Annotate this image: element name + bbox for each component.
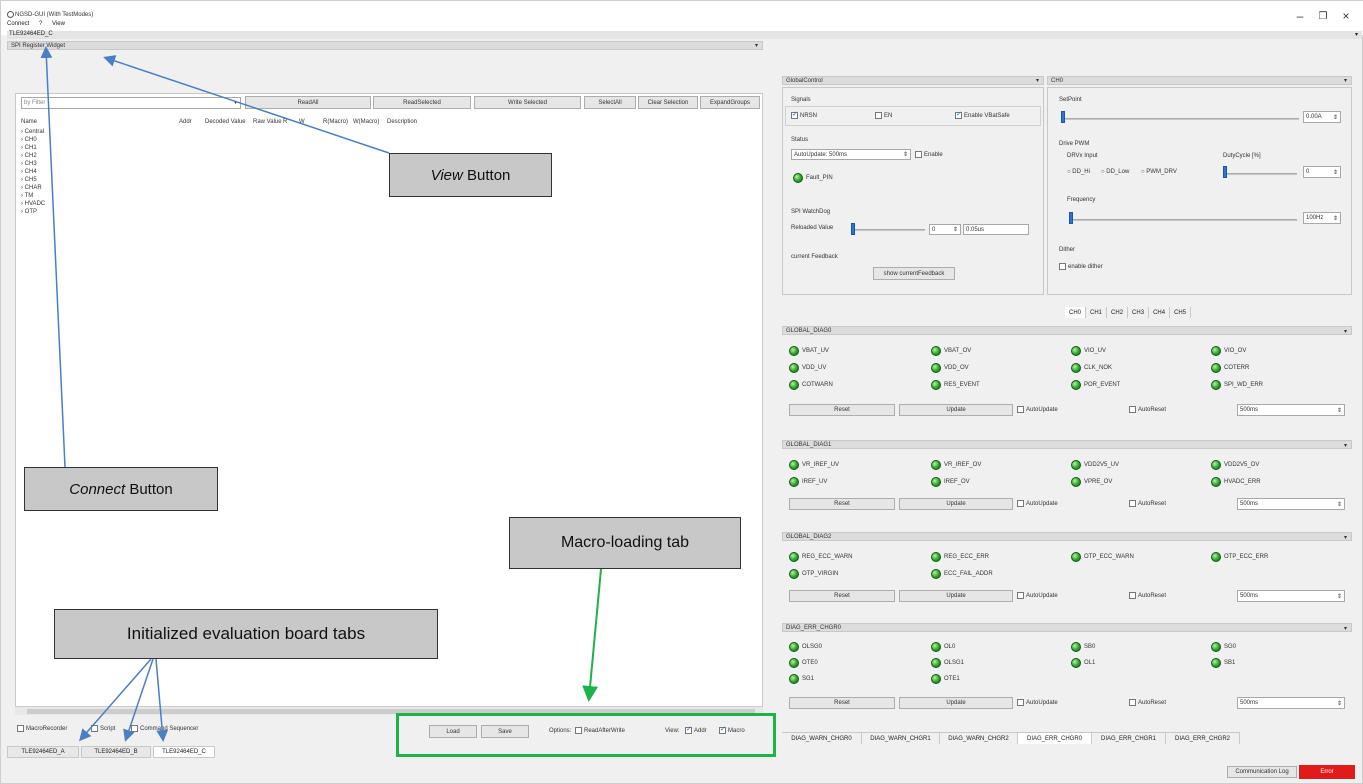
board-arrow-b (123, 658, 154, 742)
board-arrow-c (155, 658, 169, 742)
connect-arrow (40, 46, 66, 468)
view-arrow (103, 55, 390, 154)
macro-arrow (582, 568, 602, 702)
annotation-arrows (40, 46, 602, 742)
board-arrow-a (79, 658, 152, 742)
